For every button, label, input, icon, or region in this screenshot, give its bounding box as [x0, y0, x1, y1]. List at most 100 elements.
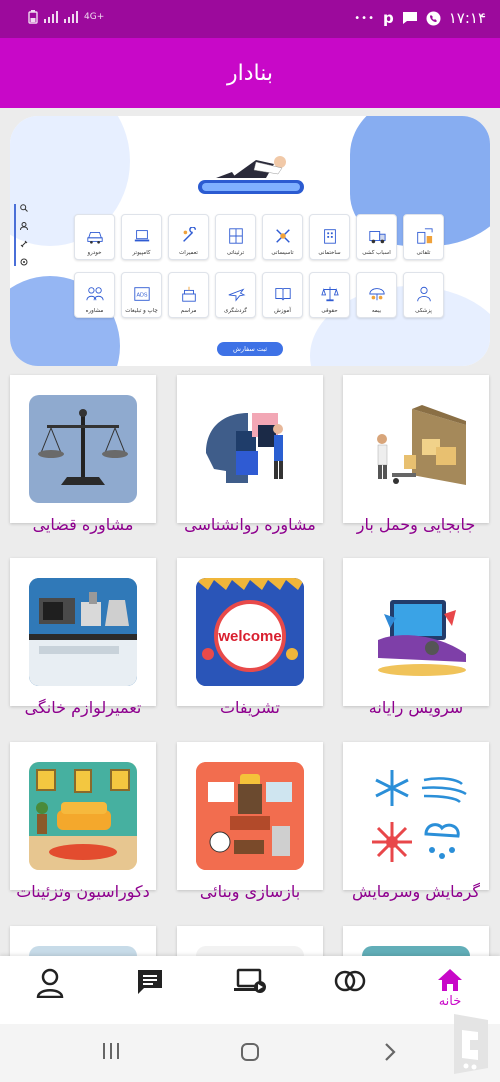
messages-icon — [138, 970, 162, 994]
profile-icon — [36, 968, 64, 998]
banner-category-building-crane[interactable]: تلفاتی — [403, 214, 444, 260]
nav-rings[interactable] — [330, 968, 370, 1014]
place-order-button[interactable]: ثبت سفارش — [217, 342, 283, 356]
banner-category-car[interactable]: خودرو — [74, 214, 115, 260]
banner-category-label: تعمیرات — [179, 250, 198, 256]
search-icon[interactable] — [20, 204, 28, 212]
promo-banner[interactable]: تلفاتی اسباب کشی ساختمانی تاسیساتی ترئیناتی ت… — [10, 116, 490, 366]
phone-notification-icon — [426, 11, 441, 25]
banner-category-consult[interactable]: مشاوره — [74, 272, 115, 318]
recent-apps-icon[interactable] — [101, 1042, 121, 1060]
banner-category-label: حقوقی — [321, 308, 338, 314]
consult-icon — [85, 287, 104, 301]
app-title: بنادار — [227, 60, 273, 86]
banner-category-umbrella[interactable]: بیمه — [356, 272, 397, 318]
banner-category-label: اسباب کشی — [362, 250, 391, 256]
service-card-moving[interactable]: جابجایی وحمل بار — [343, 375, 489, 534]
service-card-legal[interactable]: مشاوره قضایی — [10, 375, 156, 534]
nav-videos[interactable] — [230, 968, 270, 1014]
bottom-navigation: خانه — [0, 956, 500, 1024]
service-label: مشاوره روانشناسی — [184, 515, 316, 534]
user-icon[interactable] — [20, 222, 28, 230]
tools-icon — [275, 229, 290, 243]
nav-home[interactable]: خانه — [430, 968, 470, 1014]
car-icon — [86, 231, 103, 244]
service-card-decoration[interactable]: دکوراسیون وتزئینات — [10, 742, 156, 901]
service-card-computer[interactable]: سرویس رایانه — [343, 558, 489, 717]
moving-truck-icon — [368, 231, 386, 244]
welcome-text: welcome — [217, 628, 281, 645]
banner-category-doctor[interactable]: پزشکی — [403, 272, 444, 318]
airplane-icon — [228, 288, 245, 302]
service-card-ceremony[interactable]: welcome تشریفات — [177, 558, 323, 717]
building-crane-icon — [416, 228, 433, 244]
banner-category-label: گردشگری — [223, 308, 248, 314]
service-card-appliance-repair[interactable]: تعمیرلوازم خانگی — [10, 558, 156, 717]
svg-text:ADS: ADS — [136, 293, 147, 299]
moving-truck-icon — [362, 395, 470, 503]
wrench-icon — [182, 227, 196, 242]
banner-category-label: ترئیناتی — [226, 250, 245, 256]
puzzle-head-icon — [196, 395, 304, 503]
home-icon — [438, 969, 462, 991]
network-type: 4G+ — [84, 11, 105, 22]
scales-icon — [29, 395, 137, 503]
banner-category-label: بیمه — [371, 308, 382, 314]
settings-icon[interactable] — [20, 258, 28, 266]
signal-icon — [44, 11, 58, 23]
banner-category-label: آموزش — [274, 308, 291, 314]
status-left: 4G+ — [28, 10, 104, 24]
clock: ۱۷:۱۴ — [448, 9, 486, 27]
banner-category-airplane[interactable]: گردشگری — [215, 272, 256, 318]
banner-category-grid: تلفاتی اسباب کشی ساختمانی تاسیساتی ترئیناتی ت… — [58, 214, 444, 318]
banner-category-laptop[interactable]: کامپیوتر — [121, 214, 162, 260]
link-icon[interactable] — [20, 240, 28, 248]
relaxing-man-illustration — [198, 156, 304, 194]
nav-profile[interactable] — [30, 968, 70, 1014]
service-label: مشاوره قضایی — [32, 515, 134, 534]
store-watermark-logo — [454, 1014, 488, 1074]
service-label: سرویس رایانه — [368, 698, 464, 717]
book-icon — [274, 288, 291, 301]
building-icon — [323, 229, 336, 244]
banner-category-label: خودرو — [87, 250, 102, 256]
service-card-construction[interactable]: بازسازی وبنائی — [177, 742, 323, 901]
banner-category-label: تلفاتی — [416, 250, 431, 256]
welcome-sign-icon: welcome — [196, 578, 304, 686]
construction-tools-icon — [196, 762, 304, 870]
banner-category-moving-truck[interactable]: اسباب کشی — [356, 214, 397, 260]
ads-icon: ADS — [133, 287, 150, 301]
system-navigation-bar — [0, 1024, 500, 1082]
banner-category-window-decor[interactable]: ترئیناتی — [215, 214, 256, 260]
banner-category-book[interactable]: آموزش — [262, 272, 303, 318]
rings-icon — [334, 970, 366, 992]
banner-category-wrench[interactable]: تعمیرات — [168, 214, 209, 260]
p-notification-icon: p — [382, 9, 394, 27]
banner-category-cake[interactable]: مراسم — [168, 272, 209, 318]
banner-side-toolbar — [14, 204, 30, 266]
cake-icon — [181, 286, 196, 302]
signal-icon-2 — [64, 11, 78, 23]
chat-notification-icon — [402, 12, 417, 24]
banner-category-ads[interactable]: ADS چاپ و تبلیغات — [121, 272, 162, 318]
home-label: خانه — [438, 994, 462, 1009]
banner-category-label: چاپ و تبلیغات — [125, 308, 158, 314]
computer-service-icon — [362, 578, 470, 686]
banner-category-tools[interactable]: تاسیساتی — [262, 214, 303, 260]
window-decor-icon — [228, 228, 243, 244]
service-card-psychology[interactable]: مشاوره روانشناسی — [177, 375, 323, 534]
service-label: گرمایش وسرمایش — [351, 882, 481, 901]
service-card-heating-cooling[interactable]: گرمایش وسرمایش — [343, 742, 489, 901]
laptop-icon — [134, 230, 149, 242]
home-button-icon[interactable] — [240, 1042, 260, 1062]
banner-category-label: ساختمانی — [318, 250, 341, 256]
banner-category-label: پزشکی — [415, 308, 432, 314]
scales-icon — [320, 286, 339, 302]
back-icon[interactable] — [383, 1042, 397, 1062]
banner-category-scales[interactable]: حقوقی — [309, 272, 350, 318]
banner-category-building[interactable]: ساختمانی — [309, 214, 350, 260]
nav-messages[interactable] — [130, 968, 170, 1014]
service-label: تعمیرلوازم خانگی — [24, 698, 142, 717]
service-label: جابجایی وحمل بار — [356, 515, 476, 534]
heating-cooling-icon — [362, 762, 470, 870]
